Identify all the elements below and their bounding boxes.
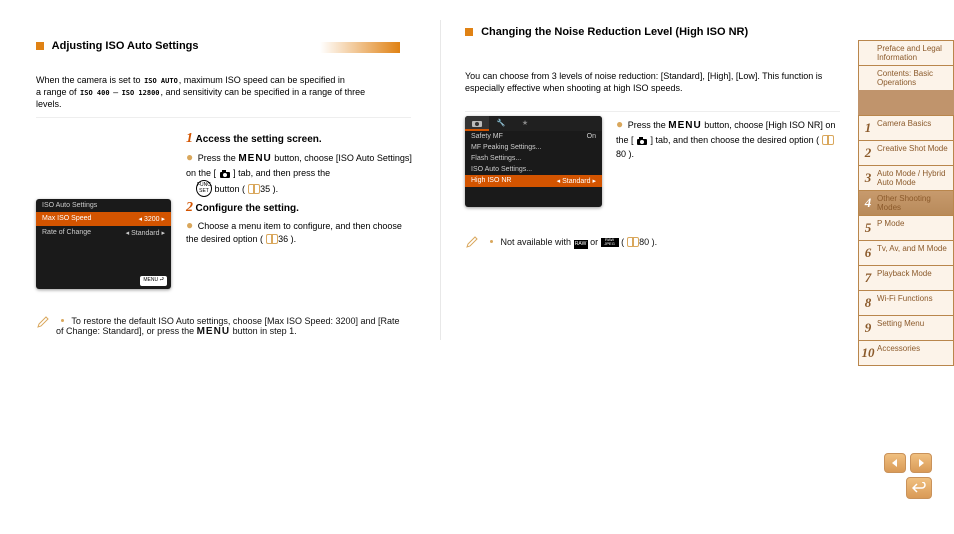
raw-icon: RAW: [574, 240, 588, 249]
menu-button-icon: MENU: [197, 326, 230, 337]
menu-button-icon: MENU: [238, 153, 271, 164]
divider: [465, 111, 840, 112]
func-set-icon: FUNC. SET: [196, 180, 212, 197]
iso-auto-icon: ISO AUTO: [144, 79, 178, 84]
chapter-tabs: Preface and Legal Information Contents: …: [858, 40, 954, 366]
tab-chapter-7[interactable]: 7Playback Mode: [858, 265, 954, 291]
note-pencil-icon: [36, 315, 50, 329]
camera-lcd-iso-auto: ISO Auto Settings Max ISO Speed ◂ 3200 ▸…: [36, 199, 171, 289]
lcd-row-rate: Rate of Change ◂ Standard ▸: [36, 226, 171, 240]
lcd-item-mf-peaking: MF Peaking Settings...: [465, 142, 602, 153]
tab-chapter-6[interactable]: 6Tv, Av, and M Mode: [858, 240, 954, 266]
iso-12800-icon: ISO 12800: [122, 91, 160, 96]
tab-chapter-1[interactable]: 1Camera Basics: [858, 115, 954, 141]
tab-chapter-3[interactable]: 3Auto Mode / Hybrid Auto Mode: [858, 165, 954, 191]
left-step-2: 2 Configure the setting. ● Choose a menu…: [186, 200, 416, 246]
step-number-2: 2: [186, 200, 193, 215]
page-ref-icon: [266, 234, 276, 242]
tab-chapter-5[interactable]: 5P Mode: [858, 215, 954, 241]
section-banner-fade: [320, 42, 400, 53]
page-nav: [884, 453, 932, 499]
right-section-title: Changing the Noise Reduction Level (High…: [465, 26, 835, 38]
prev-page-button[interactable]: [884, 453, 906, 473]
step-2-title: Configure the setting.: [196, 203, 299, 214]
step-number-1: 1: [186, 131, 193, 146]
camera-tab-icon: [636, 133, 648, 147]
stills-icon: [36, 42, 44, 50]
right-note: Not available with RAW or RAW JPEG ( 80 …: [485, 237, 835, 249]
lcd-item-high-iso-nr: High ISO NR◂ Standard ▸: [465, 175, 602, 187]
page-ref-35-right[interactable]: 80: [616, 149, 626, 159]
return-button[interactable]: [906, 477, 932, 499]
left-step-1: 1 Access the setting screen. ● Press the…: [186, 131, 416, 197]
page-ref-80[interactable]: 80: [639, 237, 649, 247]
step-1-text: Press the: [198, 153, 236, 163]
step-1-title: Access the setting screen.: [196, 134, 322, 145]
right-body: You can choose from 3 levels of noise re…: [465, 70, 835, 94]
stills-icon: [465, 28, 473, 36]
bullet-icon: ●: [616, 117, 623, 131]
tab-contents[interactable]: Contents: Basic Operations: [858, 65, 954, 91]
column-separator: [440, 20, 441, 340]
lcd-title: ISO Auto Settings: [36, 199, 171, 212]
menu-button-icon: MENU: [668, 120, 701, 131]
left-section-title: Adjusting ISO Auto Settings: [36, 40, 199, 52]
lcd-item-iso-auto: ISO Auto Settings...: [465, 164, 602, 175]
note-bullet-icon: [61, 319, 64, 322]
bullet-icon: ●: [186, 218, 193, 232]
note-pencil-icon: [465, 235, 479, 249]
tab-chapter-8[interactable]: 8Wi-Fi Functions: [858, 290, 954, 316]
raw-jpeg-icon: RAW JPEG: [601, 238, 619, 247]
lcd-tab-shoot-icon: [465, 116, 489, 131]
left-body: When the camera is set to ISO AUTO, maxi…: [36, 74, 406, 110]
left-note: To restore the default ISO Auto settings…: [56, 316, 406, 337]
lcd-menu-return: MENU ⮐: [140, 276, 167, 286]
right-step-1: ● Press the MENU button, choose [High IS…: [616, 117, 836, 161]
camera-lcd-high-iso-nr: 🔧 ★ Safety MFOn MF Peaking Settings... F…: [465, 116, 602, 207]
tab-advanced-guide: [858, 90, 954, 116]
lcd-item-safety-mf: Safety MFOn: [465, 131, 602, 142]
tab-chapter-9[interactable]: 9Setting Menu: [858, 315, 954, 341]
iso-400-icon: ISO 400: [80, 91, 110, 96]
divider: [36, 117, 411, 118]
lcd-row-max-iso: Max ISO Speed ◂ 3200 ▸: [36, 212, 171, 226]
page-ref-icon: [248, 184, 258, 192]
lcd-tab-star-icon: ★: [513, 116, 537, 131]
page-ref-icon: [822, 135, 832, 143]
tab-chapter-4[interactable]: 4Other Shooting Modes: [858, 190, 954, 216]
lcd-item-flash: Flash Settings...: [465, 153, 602, 164]
lcd-tab-setup-icon: 🔧: [489, 116, 513, 131]
page-ref-36[interactable]: 36: [278, 234, 288, 244]
note-bullet-icon: [490, 240, 493, 243]
tab-chapter-2[interactable]: 2Creative Shot Mode: [858, 140, 954, 166]
camera-tab-icon: [219, 166, 231, 180]
bullet-icon: ●: [186, 150, 193, 164]
page-ref-35[interactable]: 35: [260, 184, 270, 194]
tab-chapter-10[interactable]: 10Accessories: [858, 340, 954, 366]
next-page-button[interactable]: [910, 453, 932, 473]
tab-preface[interactable]: Preface and Legal Information: [858, 40, 954, 66]
page-ref-icon: [627, 237, 637, 245]
lcd-tabbar: 🔧 ★: [465, 116, 602, 131]
